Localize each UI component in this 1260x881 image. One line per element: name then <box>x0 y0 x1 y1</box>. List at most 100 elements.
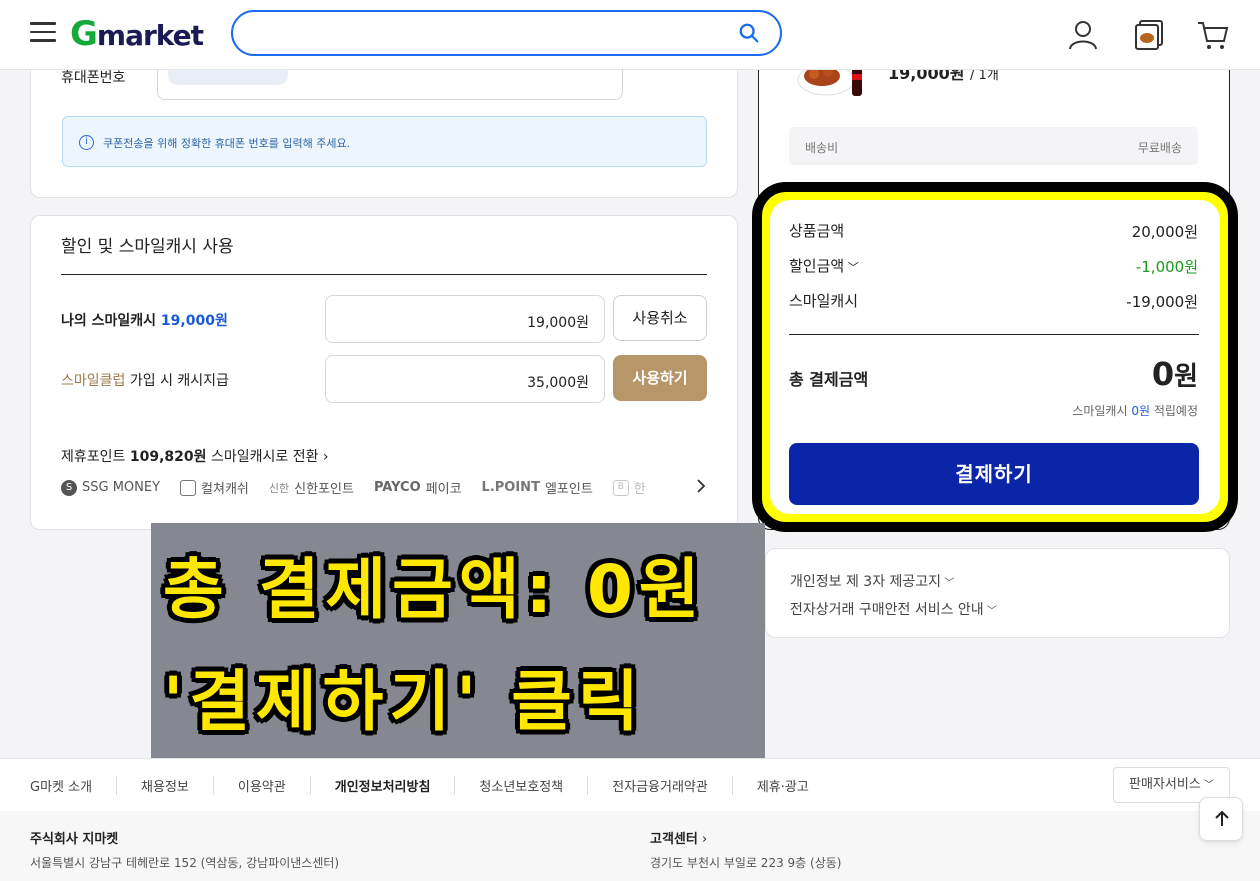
phone-notice: i 쿠폰전송을 위해 정확한 휴대폰 번호를 입력해 주세요. <box>62 116 707 167</box>
item-qty: / 1개 <box>970 68 999 83</box>
partner-ssg[interactable]: S SSG MONEY <box>61 478 160 497</box>
chevron-down-icon: ﹀ <box>1200 780 1214 791</box>
user-icon[interactable] <box>1066 18 1100 52</box>
partner-name: 컬쳐캐쉬 <box>201 482 249 497</box>
footer-link[interactable]: 청소년보호정책 <box>454 776 587 795</box>
footer-links: G마켓 소개 채용정보 이용약관 개인정보처리방침 청소년보호정책 전자금융거래… <box>30 776 833 795</box>
footer-link[interactable]: 제휴·광고 <box>731 776 833 795</box>
reward-suffix: 적립예정 <box>1153 404 1198 418</box>
notice-text: 쿠폰전송을 위해 정확한 휴대폰 번호를 입력해 주세요. <box>103 137 351 150</box>
partner-culture[interactable]: 컬쳐캐쉬 <box>180 478 249 497</box>
club-cash-input[interactable]: 35,000원 <box>325 355 605 403</box>
lpoint-icon: L.POINT <box>481 480 540 495</box>
section-divider <box>61 274 707 275</box>
my-cash-text: 나의 스마일캐시 <box>61 313 157 329</box>
points-suffix: 스마일캐시로 전환 <box>210 449 319 465</box>
footer-link[interactable]: 이용약관 <box>212 776 310 795</box>
notice-links-card: 개인정보 제 3자 제공고지 ﹀ 전자상거래 구매안전 서비스 안내 ﹀ <box>765 548 1230 638</box>
points-prefix: 제휴포인트 <box>61 449 126 465</box>
reward-prefix: 스마일캐시 <box>1072 404 1128 418</box>
footer-link[interactable]: 전자금융거래약관 <box>587 776 732 795</box>
total-divider <box>789 334 1199 335</box>
scroll-top-button[interactable] <box>1199 797 1243 841</box>
privacy-notice-link[interactable]: 개인정보 제 3자 제공고지 ﹀ <box>790 571 954 591</box>
pay-button[interactable]: 결제하기 <box>789 443 1199 505</box>
shinhan-icon: 신한 <box>268 481 290 495</box>
my-cash-label: 나의 스마일캐시 19,000원 <box>61 310 228 330</box>
search-icon[interactable] <box>738 22 760 44</box>
logo-text: market <box>96 19 204 52</box>
partner-lpoint[interactable]: L.POINT 엘포인트 <box>482 478 593 497</box>
product-amount-label: 상품금액 <box>789 222 845 240</box>
chevron-down-icon: ﹀ <box>844 261 859 274</box>
shipping-row: 배송비 무료배송 <box>789 127 1198 165</box>
customer-center-link[interactable]: 고객센터 › <box>650 828 707 847</box>
total-label: 총 결제금액 <box>789 370 869 389</box>
customer-center-address: 경기도 부천시 부일로 223 9층 (상동) <box>650 856 842 870</box>
chevron-down-icon: ﹀ <box>983 606 997 617</box>
footer-link[interactable]: G마켓 소개 <box>30 776 116 795</box>
partner-payco[interactable]: PAYCO 페이코 <box>374 478 462 497</box>
total-number: 0 <box>1151 355 1175 393</box>
search-input[interactable] <box>231 10 782 56</box>
partner-next-icon[interactable] <box>694 478 708 494</box>
points-convert-link[interactable]: 제휴포인트 109,820원 스마일캐시로 전환 › <box>61 446 329 466</box>
info-icon: i <box>79 135 94 150</box>
footer: G마켓 소개 채용정보 이용약관 개인정보처리방침 청소년보호정책 전자금융거래… <box>0 758 1260 881</box>
menu-icon[interactable] <box>30 22 56 42</box>
discount-amount-toggle[interactable]: 할인금액 ﹀ <box>789 255 859 276</box>
partner-name: 한 <box>633 482 646 497</box>
chevron-right-icon: › <box>697 832 708 847</box>
gmarket-logo[interactable]: Gmarket <box>70 14 204 54</box>
points-amount: 109,820원 <box>129 449 207 465</box>
payco-icon: PAYCO <box>373 480 421 495</box>
chevron-right-icon: › <box>322 449 329 465</box>
phone-label: 휴대폰번호 <box>61 70 126 86</box>
partner-point-list: S SSG MONEY 컬쳐캐쉬 신한 신한포인트 PAYCO 페이코 L.POINT… <box>61 478 646 497</box>
ssg-icon: S <box>61 479 77 496</box>
discount-title: 할인 및 스마일캐시 사용 <box>61 237 234 257</box>
smile-cash-label: 스마일캐시 <box>789 292 859 310</box>
cancel-use-button[interactable]: 사용취소 <box>613 295 707 341</box>
safe-purchase-link[interactable]: 전자상거래 구매안전 서비스 안내 ﹀ <box>790 599 997 619</box>
footer-link[interactable]: 개인정보처리방침 <box>309 776 455 795</box>
partner-name: 신한포인트 <box>294 482 354 497</box>
company-name: 주식회사 지마켓 <box>30 832 119 847</box>
seller-service-label: 판매자서비스 <box>1129 777 1201 792</box>
shipping-label: 배송비 <box>805 141 839 155</box>
product-amount-value: 20,000원 <box>1131 223 1198 241</box>
total-unit: 원 <box>1174 362 1198 392</box>
logo-g: G <box>70 14 98 54</box>
partner-name: 엘포인트 <box>544 482 593 497</box>
safety-text: 전자상거래 구매안전 서비스 안내 <box>790 602 984 618</box>
recent-items-icon[interactable] <box>1133 18 1167 52</box>
use-cash-button[interactable]: 사용하기 <box>613 355 707 401</box>
club-label: 스마일클럽 가입 시 캐시지급 <box>61 370 229 390</box>
total-amount: 0원 <box>1152 355 1198 393</box>
partner-more[interactable]: B한 <box>612 478 646 497</box>
chevron-down-icon: ﹀ <box>941 578 955 589</box>
shipping-value: 무료배송 <box>1137 141 1182 155</box>
culture-icon <box>180 479 197 496</box>
partner-name: SSG MONEY <box>82 480 161 495</box>
discount-amount-label: 할인금액 <box>789 257 845 275</box>
discount-amount-value: -1,000원 <box>1135 258 1198 276</box>
reward-amount: 0원 <box>1131 404 1150 418</box>
smile-cash-value: -19,000원 <box>1126 293 1198 311</box>
arrow-up-icon <box>1215 810 1229 826</box>
club-name: 스마일클럽 <box>61 373 126 389</box>
header: Gmarket <box>0 0 1260 70</box>
company-address: 서울특별시 강남구 테헤란로 152 (역삼동, 강남파이낸스센터) <box>30 856 340 870</box>
reward-note: 스마일캐시 0원 적립예정 <box>1072 402 1198 419</box>
cart-icon[interactable] <box>1196 18 1230 52</box>
cash-use-input[interactable]: 19,000원 <box>325 295 605 343</box>
partner-b-icon: B <box>612 479 629 496</box>
club-text: 가입 시 캐시지급 <box>129 373 229 389</box>
footer-link[interactable]: 채용정보 <box>116 776 213 795</box>
my-cash-amount: 19,000원 <box>160 313 228 329</box>
caption-line-1: 총 결제금액: 0원 <box>163 551 706 628</box>
caption-line-2: '결제하기' 클릭 <box>163 663 645 740</box>
partner-shinhan[interactable]: 신한 신한포인트 <box>268 478 354 498</box>
partner-name: 페이코 <box>425 482 462 497</box>
cs-title: 고객센터 <box>650 832 698 847</box>
